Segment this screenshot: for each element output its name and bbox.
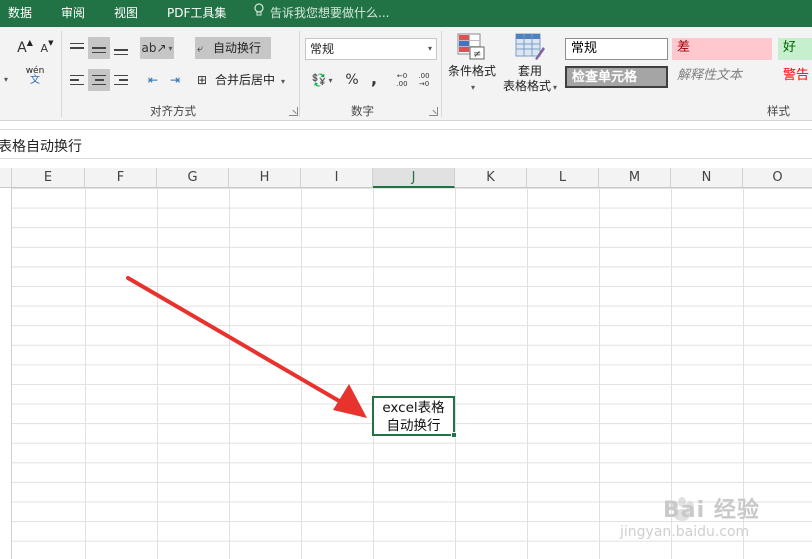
number-format-value: 常规 [310,42,335,56]
align-bottom-button[interactable] [110,37,132,59]
gridline [85,188,86,559]
fill-handle[interactable] [451,432,457,438]
conditional-format-button[interactable]: ≠ 条件格式 ▾ [446,33,498,95]
format-as-table-label-2: 表格格式 [502,79,551,93]
column-header-h[interactable]: H [229,168,301,188]
align-right-button[interactable] [110,69,132,91]
column-header-o[interactable]: O [743,168,812,188]
decrease-indent-button[interactable]: ⇤ [142,69,164,91]
style-normal[interactable]: 常规 [565,38,668,60]
chevron-down-icon: ▾ [427,44,432,53]
gridline [157,188,158,559]
group-separator [61,31,62,117]
column-header-partial[interactable] [0,168,12,188]
increase-decimal-button[interactable]: ←0 .00 [392,69,412,91]
number-group-label: 数字 [351,104,374,118]
wrap-text-icon: ⤶ [197,42,204,55]
column-header-j[interactable]: J [373,168,455,188]
style-check-cell[interactable]: 检查单元格 [565,66,668,88]
group-separator [299,31,300,117]
row-header-strip[interactable] [0,188,12,559]
formula-bar-content: 表格自动换行 [0,139,82,155]
watermark-brand: Bai 经验 [663,498,760,523]
column-header-e[interactable]: E [12,168,85,188]
merge-center-button[interactable]: ⊞ 合并后居中 ▾ [195,69,295,91]
font-color-dropdown[interactable]: ▾ [0,67,10,89]
gridline [373,188,374,559]
active-cell-j[interactable]: excel表格 自动换行 [372,396,455,436]
shrink-font-button[interactable]: A ▼ [36,37,58,59]
number-format-select[interactable]: 常规 ▾ [305,38,437,60]
percent-style-button[interactable]: % [341,69,363,91]
style-bad[interactable]: 差 [672,38,772,60]
column-header-m[interactable]: M [599,168,671,188]
increase-indent-button[interactable]: ⇥ [164,69,186,91]
decrease-decimal-button[interactable]: .00 →0 [414,69,434,91]
align-top-button[interactable] [66,37,88,59]
watermark-url: jingyan.baidu.com [620,524,750,540]
orientation-button[interactable]: ab↗ ▾ [140,37,174,59]
alignment-group-label: 对齐方式 [150,104,196,118]
phonetic-button[interactable]: wén 文 [24,65,46,87]
ribbon-tab-bar: 数据 审阅 视图 PDF工具集 告诉我您想要做什么... [0,0,812,27]
orientation-icon: ab↗ [141,41,167,55]
merge-center-icon: ⊞ [197,73,208,87]
style-warning-text[interactable]: 警告 [778,66,812,88]
gridline [455,188,456,559]
format-as-table-icon [515,33,545,61]
wrap-text-label: 自动换行 [213,41,262,55]
column-header-i[interactable]: I [301,168,373,188]
svg-text:≠: ≠ [473,49,481,60]
conditional-format-icon: ≠ [457,33,487,61]
styles-group-label: 样式 [767,104,790,118]
column-header-f[interactable]: F [85,168,157,188]
conditional-format-label: 条件格式 [447,64,496,78]
grow-font-button[interactable]: A ▲ [14,37,36,59]
formula-bar[interactable]: 表格自动换行 [0,129,812,159]
align-center-button[interactable] [88,69,110,91]
format-as-table-button[interactable]: 套用 表格格式 ▾ [500,33,560,95]
comma-style-button[interactable]: , [363,67,385,89]
gridline [301,188,302,559]
tab-data[interactable]: 数据 [8,0,32,27]
accounting-format-button[interactable]: 💱 ▾ [306,69,338,91]
column-header-g[interactable]: G [157,168,229,188]
tab-pdf-tools[interactable]: PDF工具集 [167,0,226,27]
gridline [599,188,600,559]
column-headers: E F G H I J K L M N O [0,168,812,188]
cell-text-line-2: 自动换行 [386,418,441,434]
currency-icon: 💱 [311,73,327,87]
tell-me-text: 告诉我您想要做什么... [270,6,390,20]
group-separator [441,31,442,117]
column-header-n[interactable]: N [671,168,743,188]
tell-me-search[interactable]: 告诉我您想要做什么... [254,0,389,27]
column-header-k[interactable]: K [455,168,527,188]
style-good[interactable]: 好 [778,38,812,60]
tab-review[interactable]: 审阅 [61,0,85,27]
align-middle-button[interactable] [88,37,110,59]
cell-text-line-1: excel表格 [382,400,445,416]
format-as-table-label-1: 套用 [517,64,542,78]
style-explanatory-text[interactable]: 解释性文本 [672,66,772,88]
tab-view[interactable]: 视图 [114,0,138,27]
column-header-l[interactable]: L [527,168,599,188]
align-left-button[interactable] [66,69,88,91]
alignment-dialog-launcher[interactable] [289,107,298,116]
ribbon: A ▲ A ▼ ▾ wén 文 ab↗ ▾ ⤶ 自动换行 ⇤ ⇥ ⊞ 合并后居中 ▾ 对齐方… [0,27,812,121]
lightbulb-icon [254,0,266,27]
gridline [527,188,528,559]
number-dialog-launcher[interactable] [429,107,438,116]
gridline [229,188,230,559]
merge-center-label: 合并后居中 [215,73,276,87]
wrap-text-button[interactable]: ⤶ 自动换行 [195,37,271,59]
